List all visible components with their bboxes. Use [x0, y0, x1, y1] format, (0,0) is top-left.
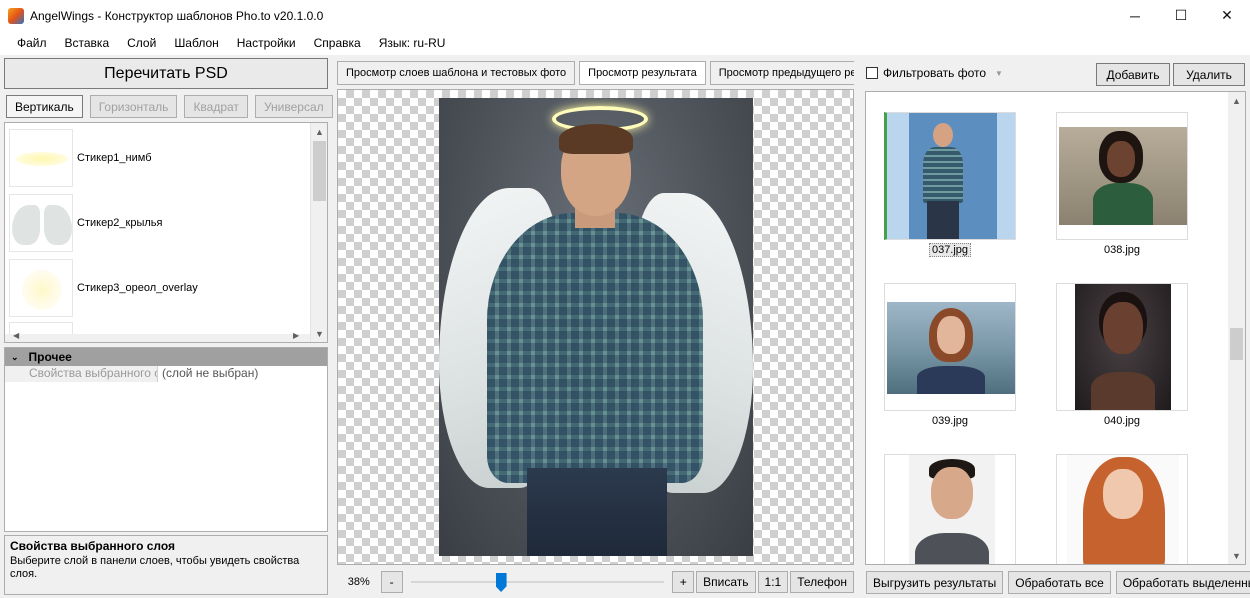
property-row[interactable]: Свойства выбранного слоя (слой не выбран…: [5, 366, 327, 382]
preview-tabs: Просмотр слоев шаблона и тестовых фото П…: [337, 61, 854, 85]
zoom-slider-track: [410, 581, 665, 583]
zoom-level: 38%: [347, 576, 370, 588]
category-label: Прочее: [28, 350, 72, 364]
aureole-thumbnail: [9, 259, 73, 317]
scroll-down-icon[interactable]: ▼: [1228, 547, 1245, 564]
layer-list-hscrollbar[interactable]: ◀ ▶: [5, 331, 311, 342]
zoom-slider[interactable]: [410, 571, 665, 593]
photo-caption: 037.jpg: [884, 243, 1016, 257]
halo-thumbnail: [9, 129, 73, 187]
photo-thumbnail[interactable]: [884, 454, 1016, 564]
photo-image: [887, 302, 1015, 394]
window-title: AngelWings - Конструктор шаблонов Pho.to…: [30, 8, 324, 23]
photo-thumbnail[interactable]: [1056, 112, 1188, 240]
property-label: Свойства выбранного слоя: [5, 366, 157, 382]
maximize-button[interactable]: ☐: [1158, 0, 1204, 31]
property-value: (слой не выбран): [157, 366, 327, 382]
photo-thumbnail[interactable]: [1056, 454, 1188, 564]
scrollbar-thumb[interactable]: [313, 141, 326, 201]
orientation-universal-button[interactable]: Универсал: [254, 95, 333, 118]
photo-gallery: 037.jpg 038.jpg 039.jpg 040.jpg ▲ ▼: [865, 91, 1246, 565]
scroll-up-icon[interactable]: ▲: [1228, 92, 1245, 109]
zoom-slider-thumb[interactable]: [495, 573, 507, 592]
layer-name: Стикер1_нимб: [77, 152, 152, 164]
add-photo-button[interactable]: Добавить: [1096, 63, 1170, 86]
tab-previous-result[interactable]: Просмотр предыдущего ре: [709, 61, 854, 85]
close-button[interactable]: ✕: [1204, 0, 1250, 31]
tab-result-preview[interactable]: Просмотр результата: [579, 61, 706, 85]
photo-thumbnail[interactable]: [1056, 283, 1188, 411]
photo-image: [909, 455, 995, 564]
zoom-out-button[interactable]: -: [380, 571, 403, 593]
gallery-scrollbar[interactable]: ▲ ▼: [1228, 92, 1245, 564]
menu-language[interactable]: Язык: ru-RU: [370, 36, 455, 50]
result-preview-image: [439, 98, 753, 556]
orientation-vertical-button[interactable]: Вертикаль: [6, 95, 83, 118]
photo-caption: 039.jpg: [931, 415, 969, 427]
process-all-button[interactable]: Обработать все: [1008, 571, 1111, 594]
zoom-controls: 38% - + Вписать 1:1 Телефон: [337, 571, 854, 593]
property-category[interactable]: ⌄ Прочее: [5, 348, 327, 366]
menu-bar: Файл Вставка Слой Шаблон Настройки Справ…: [0, 31, 1250, 55]
menu-layer[interactable]: Слой: [118, 36, 165, 50]
orientation-square-button[interactable]: Квадрат: [184, 95, 248, 118]
menu-settings[interactable]: Настройки: [228, 36, 305, 50]
scroll-right-icon[interactable]: ▶: [293, 331, 299, 340]
photo-image: [1067, 455, 1179, 564]
tab-layers-preview[interactable]: Просмотр слоев шаблона и тестовых фото: [337, 61, 576, 85]
help-text: Выберите слой в панели слоев, чтобы увид…: [10, 555, 300, 580]
preview-canvas[interactable]: [337, 89, 854, 565]
photo-image: [1075, 284, 1171, 410]
layer-item-wings[interactable]: Стикер2_крылья: [9, 192, 309, 254]
scroll-up-icon[interactable]: ▲: [311, 123, 327, 140]
filter-label: Фильтровать фото: [883, 66, 987, 80]
dropdown-arrow-icon[interactable]: ▼: [995, 69, 1003, 78]
reread-psd-button[interactable]: Перечитать PSD: [4, 58, 328, 89]
filter-photos[interactable]: Фильтровать фото ▼: [866, 66, 1003, 80]
actual-size-button[interactable]: 1:1: [757, 571, 789, 593]
layer-list-scrollbar[interactable]: ▲ ▼: [310, 123, 327, 342]
photo-caption: 038.jpg: [1103, 244, 1141, 256]
zoom-in-button[interactable]: +: [672, 571, 695, 593]
phone-preview-button[interactable]: Телефон: [790, 571, 854, 593]
layer-item-aureole[interactable]: Стикер3_ореол_overlay: [9, 257, 309, 319]
delete-photo-button[interactable]: Удалить: [1173, 63, 1245, 86]
app-icon: [8, 7, 24, 24]
property-grid: ⌄ Прочее Свойства выбранного слоя (слой …: [4, 347, 328, 532]
scroll-left-icon[interactable]: ◀: [13, 331, 19, 340]
menu-template[interactable]: Шаблон: [165, 36, 227, 50]
orientation-horizontal-button[interactable]: Горизонталь: [89, 95, 178, 118]
layer-name: Стикер2_крылья: [77, 217, 163, 229]
menu-insert[interactable]: Вставка: [56, 36, 119, 50]
process-selected-button[interactable]: Обработать выделенные: [1115, 571, 1250, 594]
photo-caption: 040.jpg: [1103, 415, 1141, 427]
collapse-chevron-icon[interactable]: ⌄: [11, 352, 19, 363]
photo-thumbnail[interactable]: [884, 112, 1016, 240]
photo-image: [887, 113, 1015, 239]
export-results-button[interactable]: Выгрузить результаты: [866, 571, 1004, 594]
property-help: Свойства выбранного слоя Выберите слой в…: [4, 535, 328, 595]
gallery-actions: Выгрузить результаты Обработать все Обра…: [866, 571, 1250, 594]
menu-help[interactable]: Справка: [305, 36, 370, 50]
photo-thumbnail[interactable]: [884, 283, 1016, 411]
layer-item-halo[interactable]: Стикер1_нимб: [9, 127, 309, 189]
wings-thumbnail: [9, 194, 73, 252]
filter-checkbox[interactable]: [866, 67, 878, 79]
layer-name: Стикер3_ореол_overlay: [77, 282, 198, 294]
scrollbar-thumb[interactable]: [1230, 328, 1243, 360]
minimize-button[interactable]: ─: [1112, 0, 1158, 31]
title-bar: AngelWings - Конструктор шаблонов Pho.to…: [0, 0, 1250, 31]
photo-image: [1059, 127, 1187, 225]
layer-list: Стикер1_нимб Стикер2_крылья Стикер3_орео…: [4, 122, 328, 343]
help-title: Свойства выбранного слоя: [10, 539, 176, 553]
fit-button[interactable]: Вписать: [696, 571, 756, 593]
menu-file[interactable]: Файл: [8, 36, 56, 50]
scroll-down-icon[interactable]: ▼: [311, 325, 327, 342]
orientation-buttons: Вертикаль Горизонталь Квадрат Универсал: [6, 95, 333, 118]
